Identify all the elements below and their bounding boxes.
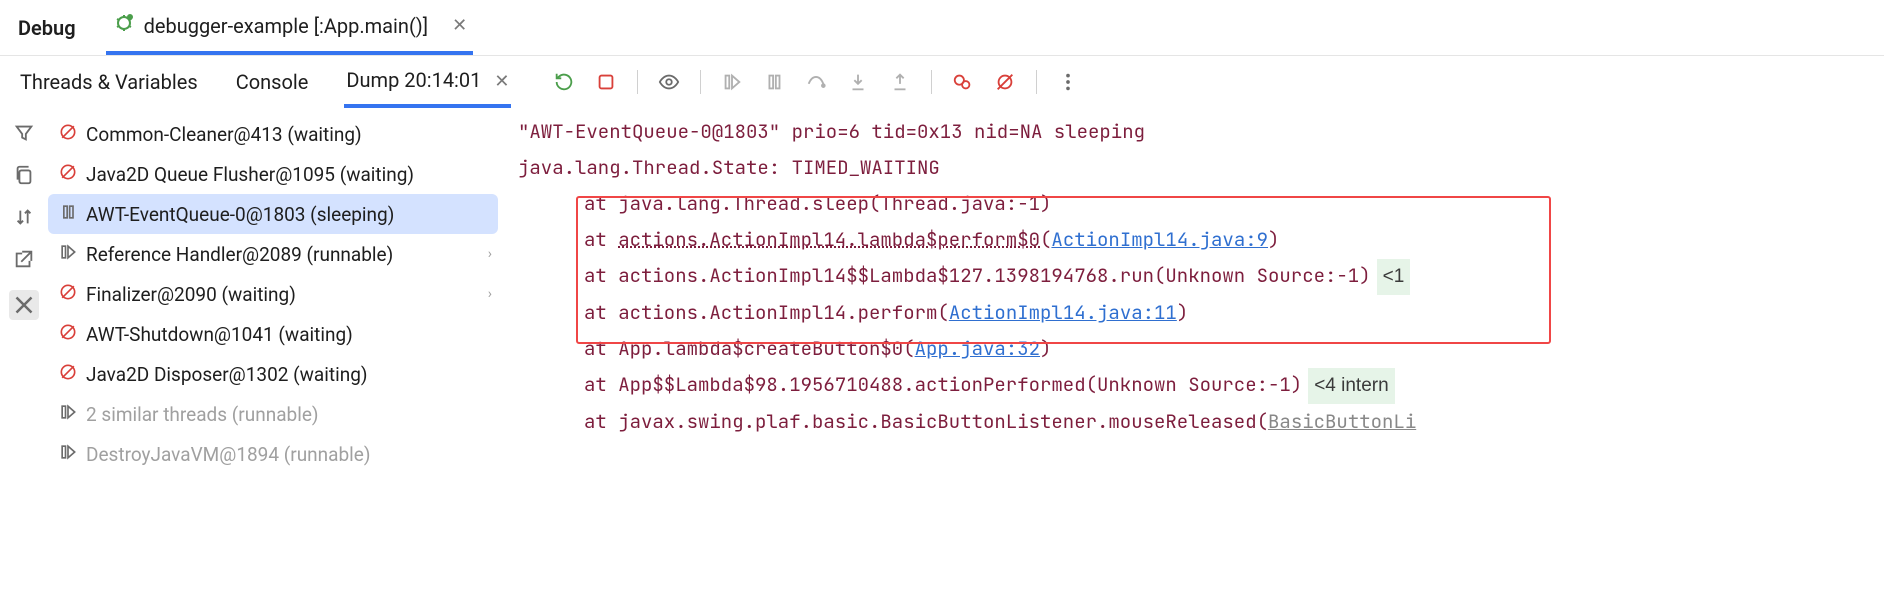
sort-icon[interactable] bbox=[13, 206, 35, 228]
tab-dump[interactable]: Dump 20:14:01 ✕ bbox=[344, 56, 511, 108]
stack-text: ) bbox=[1177, 300, 1188, 325]
copy-icon[interactable] bbox=[13, 164, 35, 186]
separator bbox=[700, 70, 701, 94]
thread-state-icon bbox=[58, 402, 78, 427]
close-tab-icon[interactable]: ✕ bbox=[436, 15, 467, 36]
thread-list: Common-Cleaner@413 (waiting) Java2D Queue… bbox=[48, 108, 498, 600]
sub-bar: Threads & Variables Console Dump 20:14:0… bbox=[0, 56, 1884, 108]
stop-icon[interactable] bbox=[595, 71, 617, 93]
stack-text: at actions.ActionImpl14.perform( bbox=[584, 300, 949, 325]
stack-trace-pane: "AWT-EventQueue-0@1803" prio=6 tid=0x13 … bbox=[498, 108, 1884, 600]
stack-state: java.lang.Thread.State: TIMED_WAITING bbox=[498, 150, 1884, 186]
stack-line: at javax.swing.plaf.basic.BasicButtonLis… bbox=[498, 404, 1884, 440]
top-bar: Debug debugger-example [:App.main()] ✕ bbox=[0, 0, 1884, 56]
stack-line: at App$$Lambda$98.1956710488.actionPerfo… bbox=[498, 367, 1884, 404]
thread-label: Java2D Queue Flusher@1095 (waiting) bbox=[86, 163, 414, 186]
stack-text: at bbox=[584, 227, 618, 252]
tab-console[interactable]: Console bbox=[234, 58, 311, 106]
debug-toolbar bbox=[553, 70, 1079, 94]
chevron-right-icon: › bbox=[488, 286, 492, 302]
source-link[interactable]: App.java:32 bbox=[915, 336, 1040, 361]
separator bbox=[1036, 70, 1037, 94]
debug-label: Debug bbox=[18, 16, 76, 40]
separator bbox=[637, 70, 638, 94]
source-link[interactable]: BasicButtonLi bbox=[1268, 409, 1416, 434]
thread-item[interactable]: DestroyJavaVM@1894 (runnable) bbox=[48, 434, 498, 474]
thread-item[interactable]: AWT-EventQueue-0@1803 (sleeping) bbox=[48, 194, 498, 234]
close-panel-icon[interactable] bbox=[9, 290, 39, 320]
thread-state-icon bbox=[58, 162, 78, 187]
step-into-icon[interactable] bbox=[847, 71, 869, 93]
thread-state-icon bbox=[58, 122, 78, 147]
stack-line: at App.lambda$createButton$0(App.java:32… bbox=[498, 331, 1884, 367]
export-icon[interactable] bbox=[13, 248, 35, 270]
stack-text: at App.lambda$createButton$0( bbox=[584, 336, 915, 361]
step-over-icon[interactable] bbox=[805, 71, 827, 93]
show-icon[interactable] bbox=[658, 71, 680, 93]
stack-line: at actions.ActionImpl14$$Lambda$127.1398… bbox=[498, 258, 1884, 295]
resume-icon[interactable] bbox=[721, 71, 743, 93]
stack-dotted: actions.ActionImpl14.lambda$perform$0 bbox=[618, 227, 1040, 252]
thread-label: AWT-Shutdown@1041 (waiting) bbox=[86, 323, 353, 346]
run-config-name: debugger-example [:App.main()] bbox=[144, 14, 428, 38]
thread-item[interactable]: Reference Handler@2089 (runnable) › bbox=[48, 234, 498, 274]
thread-item[interactable]: Java2D Disposer@1302 (waiting) bbox=[48, 354, 498, 394]
thread-item[interactable]: Java2D Queue Flusher@1095 (waiting) bbox=[48, 154, 498, 194]
thread-item[interactable]: AWT-Shutdown@1041 (waiting) bbox=[48, 314, 498, 354]
thread-label: DestroyJavaVM@1894 (runnable) bbox=[86, 443, 370, 466]
stack-text: at App$$Lambda$98.1956710488.actionPerfo… bbox=[584, 372, 1302, 397]
tab-threads[interactable]: Threads & Variables bbox=[18, 58, 200, 106]
thread-item[interactable]: Common-Cleaner@413 (waiting) bbox=[48, 114, 498, 154]
thread-label: 2 similar threads (runnable) bbox=[86, 403, 319, 426]
thread-state-icon bbox=[58, 322, 78, 347]
stack-text: ( bbox=[1040, 227, 1051, 252]
stack-text: ) bbox=[1268, 227, 1279, 252]
source-link[interactable]: ActionImpl14.java:11 bbox=[949, 300, 1177, 325]
mute-breakpoints-icon[interactable] bbox=[994, 71, 1016, 93]
thread-state-icon bbox=[58, 362, 78, 387]
filter-icon[interactable] bbox=[13, 122, 35, 144]
hidden-frames-badge[interactable]: <4 intern bbox=[1308, 368, 1394, 404]
bug-rerun-icon bbox=[112, 11, 136, 40]
thread-label: Common-Cleaner@413 (waiting) bbox=[86, 123, 362, 146]
content-area: Common-Cleaner@413 (waiting) Java2D Queue… bbox=[0, 108, 1884, 600]
thread-state-icon bbox=[58, 442, 78, 467]
stack-line: at actions.ActionImpl14.lambda$perform$0… bbox=[498, 222, 1884, 258]
left-rail bbox=[0, 108, 48, 600]
thread-state-icon bbox=[58, 202, 78, 227]
stack-text: at javax.swing.plaf.basic.BasicButtonLis… bbox=[584, 409, 1268, 434]
separator bbox=[931, 70, 932, 94]
thread-state-icon bbox=[58, 242, 78, 267]
stack-line: at actions.ActionImpl14.perform(ActionIm… bbox=[498, 295, 1884, 331]
hidden-frames-badge[interactable]: <1 bbox=[1377, 259, 1411, 295]
breakpoints-icon[interactable] bbox=[952, 71, 974, 93]
thread-label: Finalizer@2090 (waiting) bbox=[86, 283, 296, 306]
stack-header: "AWT-EventQueue-0@1803" prio=6 tid=0x13 … bbox=[498, 114, 1884, 150]
thread-item[interactable]: 2 similar threads (runnable) bbox=[48, 394, 498, 434]
thread-state-icon bbox=[58, 282, 78, 307]
tab-dump-label: Dump 20:14:01 bbox=[346, 68, 481, 92]
thread-label: Reference Handler@2089 (runnable) bbox=[86, 243, 393, 266]
more-icon[interactable] bbox=[1057, 71, 1079, 93]
run-config-tab[interactable]: debugger-example [:App.main()] ✕ bbox=[106, 0, 474, 55]
source-link[interactable]: ActionImpl14.java:9 bbox=[1051, 227, 1268, 252]
stack-text: ) bbox=[1040, 336, 1051, 361]
thread-label: Java2D Disposer@1302 (waiting) bbox=[86, 363, 368, 386]
pause-icon[interactable] bbox=[763, 71, 785, 93]
chevron-right-icon: › bbox=[488, 246, 492, 262]
stack-line: at java.lang.Thread.sleep(Thread.java:-1… bbox=[498, 186, 1884, 222]
stack-text: at actions.ActionImpl14$$Lambda$127.1398… bbox=[584, 263, 1371, 288]
thread-label: AWT-EventQueue-0@1803 (sleeping) bbox=[86, 203, 394, 226]
thread-item[interactable]: Finalizer@2090 (waiting) › bbox=[48, 274, 498, 314]
close-dump-icon[interactable]: ✕ bbox=[486, 71, 509, 92]
step-out-icon[interactable] bbox=[889, 71, 911, 93]
rerun-icon[interactable] bbox=[553, 71, 575, 93]
